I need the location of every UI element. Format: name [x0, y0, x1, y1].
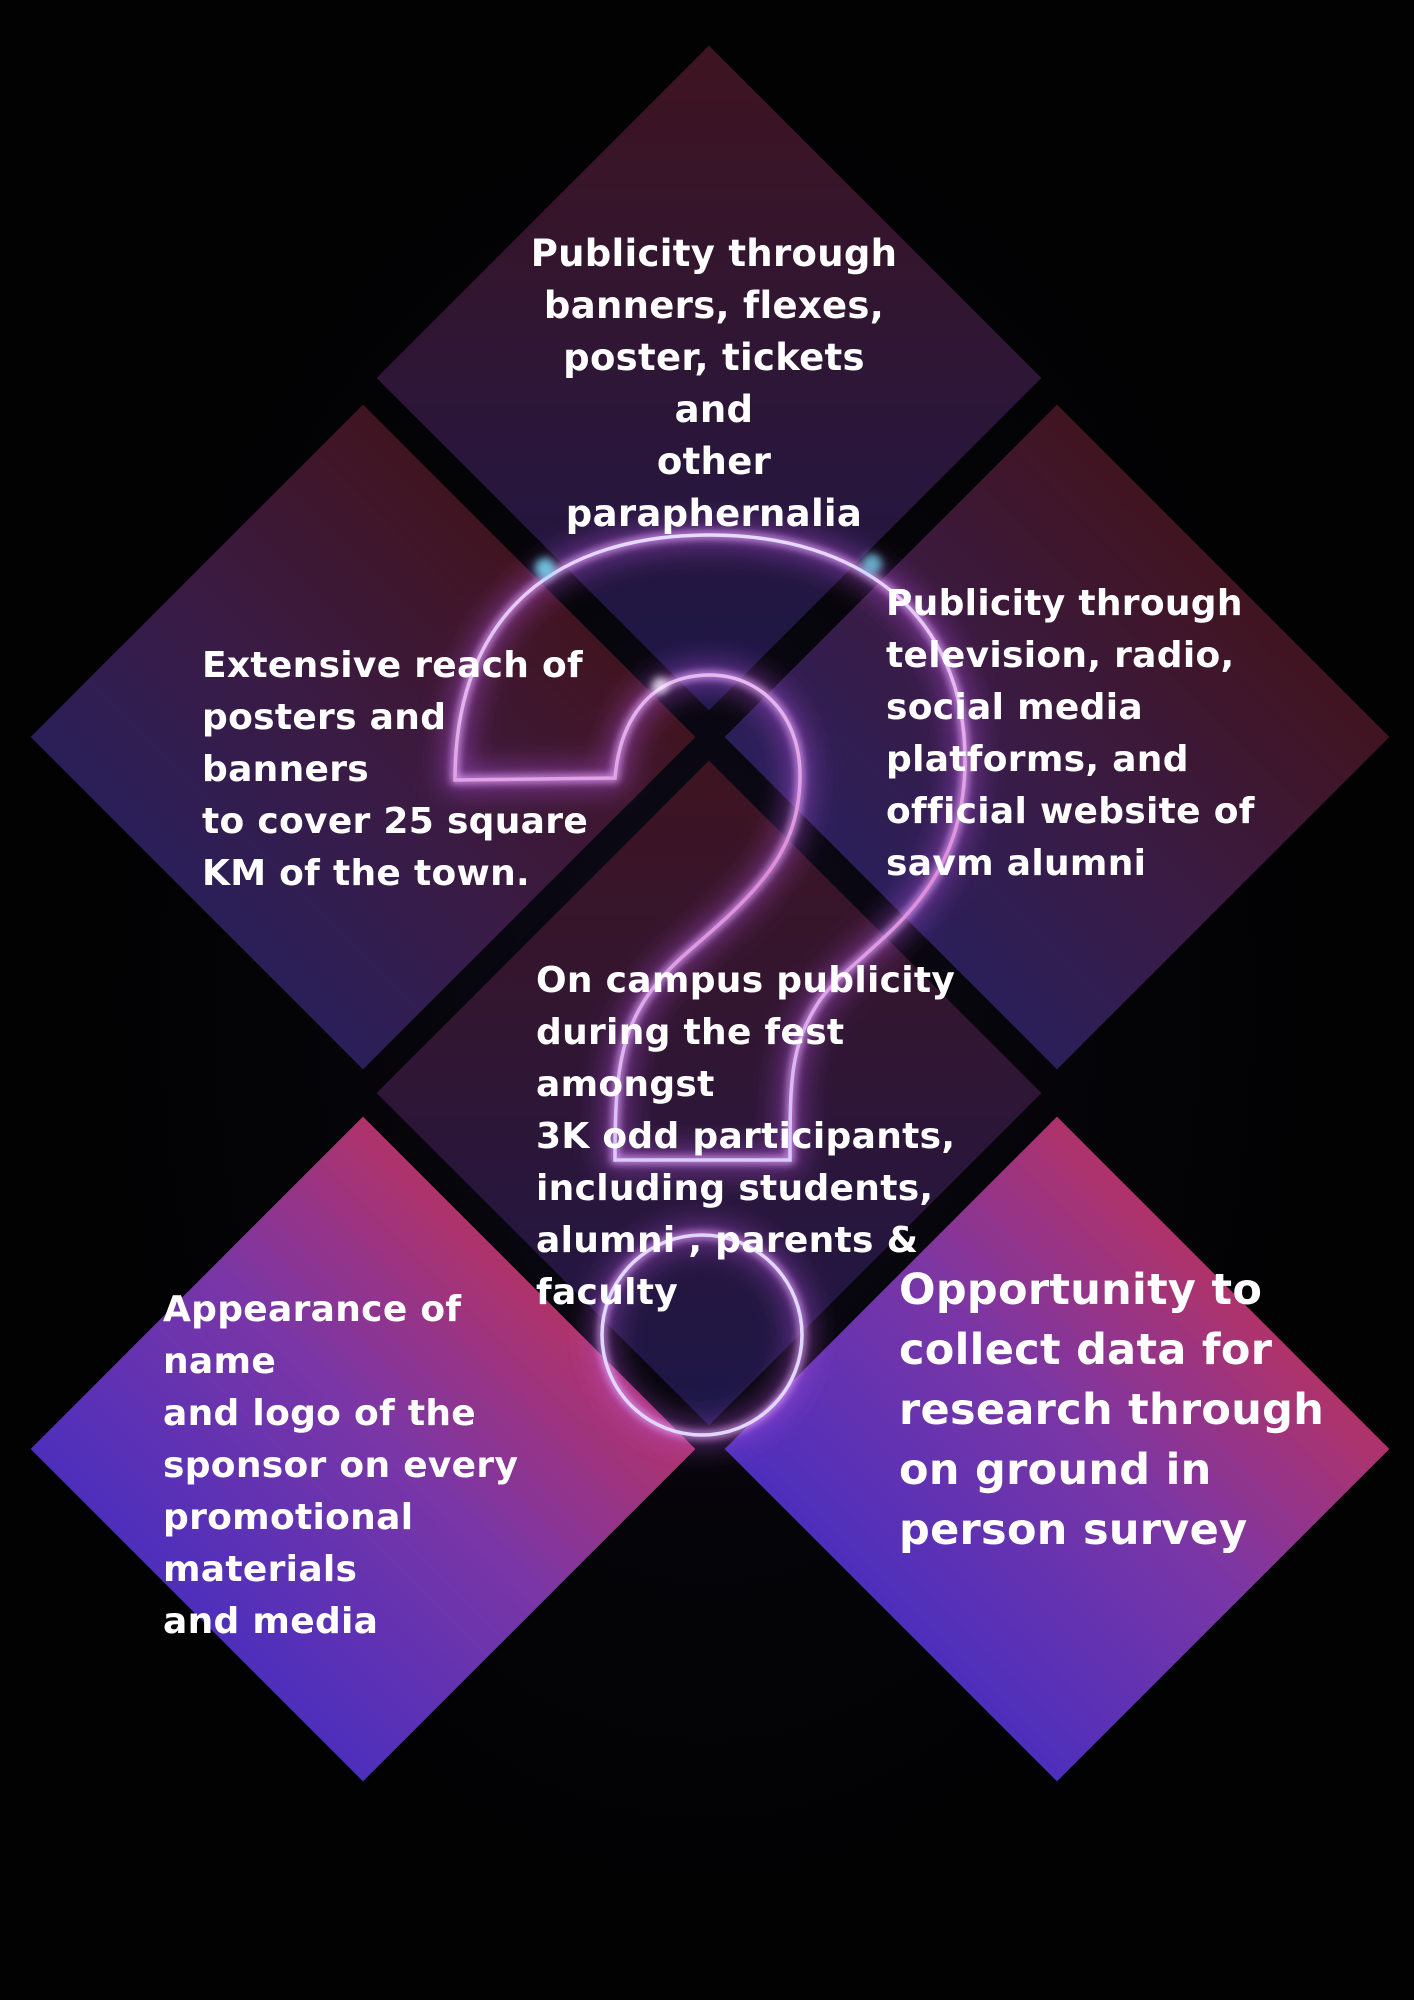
tile-top-text: Publicity through banners, flexes, poste… — [530, 232, 898, 535]
tile-bottom-right-text: Opportunity to collect data for research… — [899, 1265, 1325, 1555]
tile-right-text: Publicity through television, radio, soc… — [886, 583, 1255, 884]
tile-left-text: Extensive reach of posters and banners t… — [202, 645, 589, 894]
tile-bottom-left-text: Appearance of name and logo of the spons… — [163, 1289, 519, 1642]
infographic-page: Publicity through banners, flexes, poste… — [0, 0, 1414, 2000]
